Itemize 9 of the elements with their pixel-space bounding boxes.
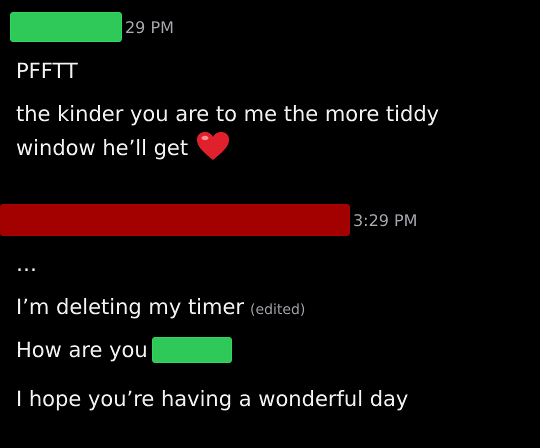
timestamp: 3:29 PM bbox=[353, 210, 418, 230]
message-text: I’m deleting my timer bbox=[16, 295, 244, 319]
edited-label: (edited) bbox=[250, 302, 306, 318]
message-text: … bbox=[16, 252, 37, 276]
message-text: PFFTT bbox=[16, 59, 78, 83]
message-text: I hope you’re having a wonderful day bbox=[16, 387, 408, 411]
message-text: the kinder you are to me the more tiddy window he’ll get bbox=[16, 102, 440, 160]
message-text: How are you bbox=[16, 338, 148, 362]
timestamp: 29 PM bbox=[125, 18, 174, 36]
